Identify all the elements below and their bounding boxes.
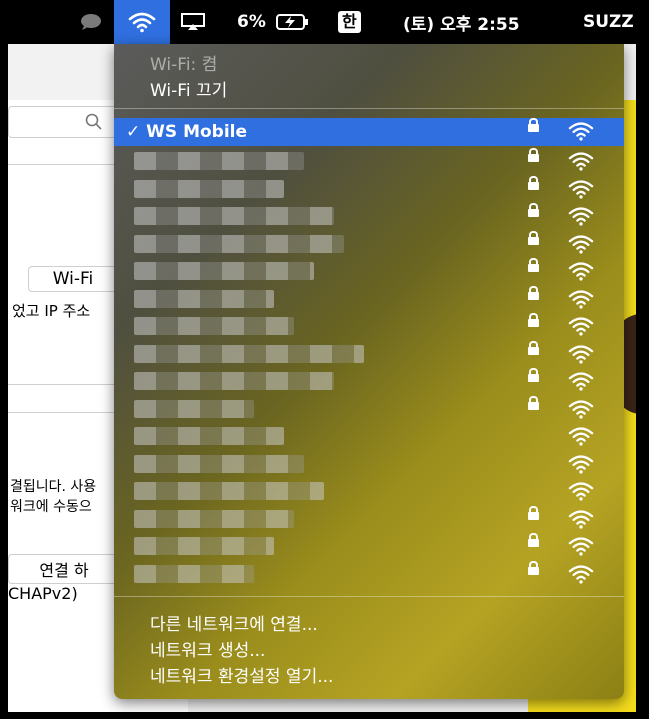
open-network-preferences-item[interactable]: 네트워크 환경설정 열기... (150, 662, 333, 687)
lock-icon (528, 258, 539, 272)
lock-icon (528, 313, 539, 327)
wifi-menu-extra[interactable] (114, 0, 170, 44)
lock-icon (528, 340, 539, 355)
lock-icon (528, 560, 539, 575)
messages-bubble-icon[interactable] (80, 0, 102, 44)
network-item[interactable] (114, 230, 624, 257)
user-name[interactable]: SUZZ (583, 0, 634, 44)
network-item[interactable] (114, 258, 624, 284)
lock-icon (528, 148, 539, 162)
wifi-signal-icon (568, 262, 594, 281)
wifi-signal-icon (568, 537, 594, 556)
battery-percentage: 6% (237, 12, 266, 32)
wifi-icon (128, 12, 156, 33)
network-name-redacted (134, 344, 364, 363)
menu-bar: 6% 한 (토) 오후 2:55 SUZZ (0, 0, 649, 44)
lock-icon (528, 230, 539, 245)
network-item[interactable] (114, 533, 624, 559)
wifi-signal-icon (568, 482, 594, 501)
network-item[interactable] (114, 478, 624, 504)
wifi-signal-icon (568, 399, 594, 419)
network-name-redacted (134, 262, 314, 280)
create-network-item[interactable]: 네트워크 생성... (150, 636, 265, 661)
network-item[interactable] (114, 423, 624, 449)
menu-separator (114, 108, 624, 109)
wifi-signal-icon (568, 207, 594, 226)
network-name-redacted (134, 482, 324, 500)
lock-icon (528, 118, 539, 132)
lock-icon (528, 175, 539, 190)
network-item[interactable] (114, 368, 624, 394)
wifi-signal-icon (568, 344, 594, 364)
wifi-status: Wi-Fi: 켬 (150, 55, 218, 75)
network-name-redacted (134, 399, 254, 418)
network-name-redacted (134, 207, 334, 225)
network-item[interactable] (114, 505, 624, 532)
ip-address-text: 었고 IP 주소 (12, 302, 91, 320)
wifi-signal-icon (568, 179, 594, 199)
network-item-selected[interactable]: ✓ WS Mobile (114, 118, 624, 146)
wifi-signal-icon (568, 289, 594, 309)
wifi-toggle-item[interactable]: Wi-Fi 끄기 (150, 76, 227, 101)
network-name-redacted (134, 427, 284, 445)
network-name-redacted (134, 289, 274, 308)
lock-icon (528, 395, 539, 410)
network-name-redacted (134, 234, 344, 253)
wifi-signal-icon (568, 509, 594, 529)
network-name-redacted (134, 152, 304, 170)
input-source-indicator[interactable]: 한 (338, 0, 361, 44)
lock-icon (528, 505, 539, 520)
network-item[interactable] (114, 285, 624, 312)
eap-method-text: CHAPv2) (8, 584, 78, 603)
info-text-line2: 워크에 수동으 (10, 499, 92, 515)
wifi-signal-icon (568, 234, 594, 254)
search-icon (85, 113, 102, 130)
wifi-signal-icon (568, 454, 594, 474)
wifi-button[interactable]: Wi-Fi (28, 266, 118, 292)
input-source-label: 한 (338, 11, 361, 33)
lock-icon (528, 285, 539, 300)
network-item[interactable] (114, 340, 624, 367)
network-name-redacted (134, 537, 274, 555)
info-text-line1: 결됩니다. 사용 (10, 479, 97, 495)
lock-icon (528, 203, 539, 217)
network-name-redacted (134, 372, 334, 390)
network-name-redacted (134, 454, 304, 473)
network-item[interactable] (114, 313, 624, 339)
network-name-redacted (134, 317, 294, 335)
network-item[interactable] (114, 560, 624, 587)
airplay-icon[interactable] (180, 0, 206, 44)
wifi-dropdown-menu: Wi-Fi: 켬 Wi-Fi 끄기 ✓ WS Mobile 다른 네트워크에 연… (114, 44, 624, 699)
connect-button[interactable]: 연결 하 (8, 554, 120, 584)
network-item[interactable] (114, 395, 624, 422)
menubar-clock[interactable]: (토) 오후 2:55 (403, 0, 520, 44)
network-item[interactable] (114, 203, 624, 229)
network-name-redacted (134, 564, 254, 583)
wifi-signal-icon (568, 564, 594, 584)
lock-icon (528, 533, 539, 547)
network-name-redacted (134, 179, 284, 198)
battery-charging-icon[interactable] (276, 0, 310, 44)
network-name: ✓ WS Mobile (126, 122, 248, 142)
wifi-signal-icon (568, 317, 594, 336)
network-item[interactable] (114, 148, 624, 174)
network-item[interactable] (114, 451, 624, 477)
network-item[interactable] (114, 175, 624, 202)
wifi-signal-icon (568, 122, 594, 141)
lock-icon (528, 368, 539, 382)
menu-separator (114, 596, 624, 597)
wifi-signal-icon (568, 152, 594, 171)
wifi-signal-icon (568, 372, 594, 391)
join-other-network-item[interactable]: 다른 네트워크에 연결... (150, 610, 318, 635)
network-name-redacted (134, 509, 294, 528)
wifi-signal-icon (568, 427, 594, 446)
